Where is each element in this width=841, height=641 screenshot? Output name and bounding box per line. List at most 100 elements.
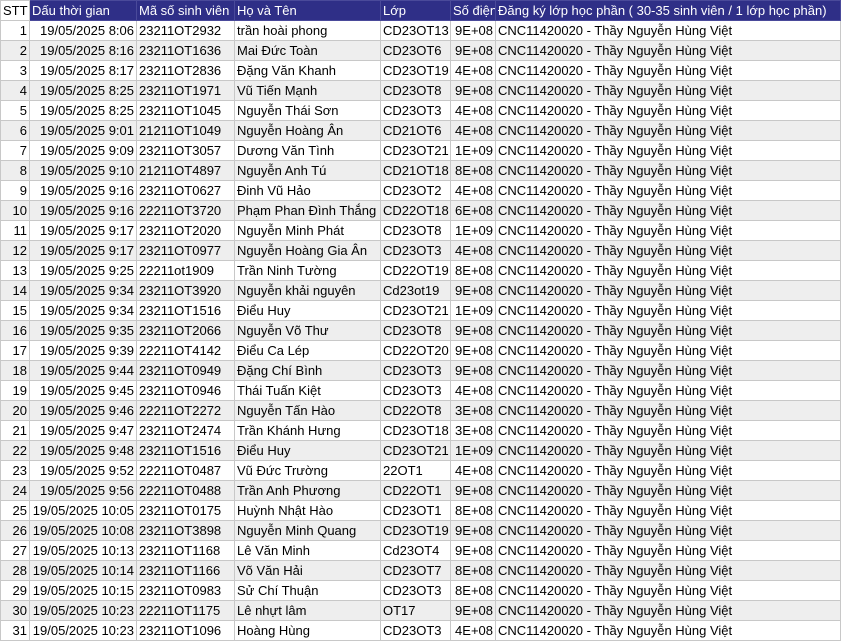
header-phone[interactable]: Số điện — [450, 0, 496, 21]
cell-timestamp[interactable]: 19/05/2025 9:45 — [29, 380, 137, 401]
cell-phone[interactable]: 9E+08 — [450, 320, 496, 341]
cell-phone[interactable]: 1E+09 — [450, 140, 496, 161]
cell-student-id[interactable]: 23211OT0977 — [136, 240, 235, 261]
cell-course[interactable]: CNC11420020 - Thầy Nguyễn Hùng Việt — [495, 400, 841, 421]
cell-full-name[interactable]: Lê nhựt lâm — [234, 600, 381, 621]
cell-timestamp[interactable]: 19/05/2025 9:01 — [29, 120, 137, 141]
cell-full-name[interactable]: Nguyễn Thái Sơn — [234, 100, 381, 121]
cell-student-id[interactable]: 22211OT1175 — [136, 600, 235, 621]
cell-phone[interactable]: 8E+08 — [450, 560, 496, 581]
cell-full-name[interactable]: Trần Anh Phương — [234, 480, 381, 501]
cell-stt[interactable]: 7 — [0, 140, 30, 161]
cell-full-name[interactable]: Nguyễn Hoàng Ân — [234, 120, 381, 141]
cell-stt[interactable]: 19 — [0, 380, 30, 401]
header-full-name[interactable]: Họ và Tên — [234, 0, 381, 21]
cell-course[interactable]: CNC11420020 - Thầy Nguyễn Hùng Việt — [495, 460, 841, 481]
cell-student-id[interactable]: 22211OT3720 — [136, 200, 235, 221]
cell-timestamp[interactable]: 19/05/2025 9:16 — [29, 200, 137, 221]
cell-class[interactable]: Cd23ot19 — [380, 280, 451, 301]
cell-course[interactable]: CNC11420020 - Thầy Nguyễn Hùng Việt — [495, 600, 841, 621]
cell-phone[interactable]: 4E+08 — [450, 180, 496, 201]
cell-stt[interactable]: 12 — [0, 240, 30, 261]
cell-timestamp[interactable]: 19/05/2025 9:34 — [29, 280, 137, 301]
cell-course[interactable]: CNC11420020 - Thầy Nguyễn Hùng Việt — [495, 220, 841, 241]
cell-full-name[interactable]: Trần Khánh Hưng — [234, 420, 381, 441]
cell-timestamp[interactable]: 19/05/2025 9:52 — [29, 460, 137, 481]
cell-phone[interactable]: 8E+08 — [450, 160, 496, 181]
cell-student-id[interactable]: 23211OT1166 — [136, 560, 235, 581]
cell-timestamp[interactable]: 19/05/2025 10:08 — [29, 520, 137, 541]
cell-stt[interactable]: 6 — [0, 120, 30, 141]
cell-class[interactable]: CD23OT8 — [380, 80, 451, 101]
cell-class[interactable]: Cd23OT4 — [380, 540, 451, 561]
cell-course[interactable]: CNC11420020 - Thầy Nguyễn Hùng Việt — [495, 440, 841, 461]
cell-timestamp[interactable]: 19/05/2025 9:39 — [29, 340, 137, 361]
cell-phone[interactable]: 1E+09 — [450, 300, 496, 321]
header-stt[interactable]: STT — [0, 0, 30, 21]
cell-timestamp[interactable]: 19/05/2025 8:16 — [29, 40, 137, 61]
cell-phone[interactable]: 8E+08 — [450, 580, 496, 601]
header-timestamp[interactable]: Dấu thời gian — [29, 0, 137, 21]
cell-timestamp[interactable]: 19/05/2025 9:34 — [29, 300, 137, 321]
cell-full-name[interactable]: Nguyễn Anh Tú — [234, 160, 381, 181]
cell-student-id[interactable]: 22211OT0487 — [136, 460, 235, 481]
cell-phone[interactable]: 1E+09 — [450, 220, 496, 241]
cell-class[interactable]: CD22OT18 — [380, 200, 451, 221]
cell-class[interactable]: CD21OT18 — [380, 160, 451, 181]
cell-stt[interactable]: 30 — [0, 600, 30, 621]
header-class[interactable]: Lớp — [380, 0, 451, 21]
cell-student-id[interactable]: 23211OT3920 — [136, 280, 235, 301]
cell-stt[interactable]: 18 — [0, 360, 30, 381]
cell-course[interactable]: CNC11420020 - Thầy Nguyễn Hùng Việt — [495, 300, 841, 321]
cell-class[interactable]: CD23OT3 — [380, 240, 451, 261]
cell-student-id[interactable]: 23211OT2020 — [136, 220, 235, 241]
cell-full-name[interactable]: Đặng Văn Khanh — [234, 60, 381, 81]
cell-course[interactable]: CNC11420020 - Thầy Nguyễn Hùng Việt — [495, 240, 841, 261]
cell-full-name[interactable]: Phạm Phan Đình Thắng — [234, 200, 381, 221]
cell-timestamp[interactable]: 19/05/2025 9:16 — [29, 180, 137, 201]
cell-stt[interactable]: 1 — [0, 20, 30, 41]
cell-timestamp[interactable]: 19/05/2025 10:13 — [29, 540, 137, 561]
header-course[interactable]: Đăng ký lớp học phần ( 30-35 sinh viên /… — [495, 0, 841, 21]
cell-class[interactable]: CD23OT18 — [380, 420, 451, 441]
cell-stt[interactable]: 25 — [0, 500, 30, 521]
cell-course[interactable]: CNC11420020 - Thầy Nguyễn Hùng Việt — [495, 60, 841, 81]
cell-phone[interactable]: 4E+08 — [450, 380, 496, 401]
cell-course[interactable]: CNC11420020 - Thầy Nguyễn Hùng Việt — [495, 480, 841, 501]
cell-course[interactable]: CNC11420020 - Thầy Nguyễn Hùng Việt — [495, 360, 841, 381]
cell-phone[interactable]: 4E+08 — [450, 240, 496, 261]
cell-class[interactable]: CD23OT19 — [380, 60, 451, 81]
cell-course[interactable]: CNC11420020 - Thầy Nguyễn Hùng Việt — [495, 160, 841, 181]
cell-class[interactable]: CD23OT21 — [380, 300, 451, 321]
cell-timestamp[interactable]: 19/05/2025 10:23 — [29, 600, 137, 621]
cell-student-id[interactable]: 23211OT2836 — [136, 60, 235, 81]
cell-stt[interactable]: 20 — [0, 400, 30, 421]
cell-full-name[interactable]: Điểu Ca Lép — [234, 340, 381, 361]
cell-phone[interactable]: 9E+08 — [450, 540, 496, 561]
cell-full-name[interactable]: Mai Đức Toàn — [234, 40, 381, 61]
cell-course[interactable]: CNC11420020 - Thầy Nguyễn Hùng Việt — [495, 340, 841, 361]
cell-phone[interactable]: 1E+09 — [450, 440, 496, 461]
cell-class[interactable]: CD23OT3 — [380, 360, 451, 381]
cell-phone[interactable]: 9E+08 — [450, 600, 496, 621]
cell-student-id[interactable]: 23211OT1516 — [136, 440, 235, 461]
cell-class[interactable]: CD23OT13 — [380, 20, 451, 41]
cell-timestamp[interactable]: 19/05/2025 9:17 — [29, 220, 137, 241]
cell-class[interactable]: CD23OT6 — [380, 40, 451, 61]
cell-timestamp[interactable]: 19/05/2025 8:17 — [29, 60, 137, 81]
cell-phone[interactable]: 3E+08 — [450, 420, 496, 441]
cell-full-name[interactable]: Nguyễn Võ Thư — [234, 320, 381, 341]
cell-student-id[interactable]: 23211OT2066 — [136, 320, 235, 341]
cell-student-id[interactable]: 21211OT4897 — [136, 160, 235, 181]
cell-stt[interactable]: 23 — [0, 460, 30, 481]
cell-timestamp[interactable]: 19/05/2025 9:48 — [29, 440, 137, 461]
cell-full-name[interactable]: Vũ Tiến Mạnh — [234, 80, 381, 101]
cell-stt[interactable]: 8 — [0, 160, 30, 181]
cell-stt[interactable]: 15 — [0, 300, 30, 321]
cell-full-name[interactable]: Đinh Vũ Hảo — [234, 180, 381, 201]
cell-full-name[interactable]: Nguyễn Minh Phát — [234, 220, 381, 241]
cell-stt[interactable]: 26 — [0, 520, 30, 541]
cell-phone[interactable]: 4E+08 — [450, 60, 496, 81]
cell-class[interactable]: CD23OT7 — [380, 560, 451, 581]
cell-timestamp[interactable]: 19/05/2025 10:15 — [29, 580, 137, 601]
